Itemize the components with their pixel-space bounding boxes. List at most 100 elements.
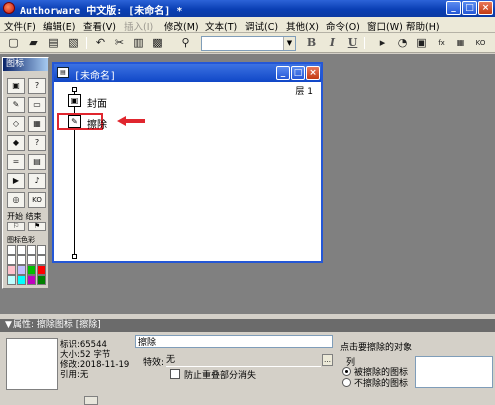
italic-icon[interactable]: I: [325, 36, 340, 50]
variables-icon[interactable]: ▦: [453, 36, 468, 50]
color-swatch[interactable]: [7, 275, 16, 285]
cover-label[interactable]: 封面: [87, 95, 107, 110]
interaction-icon[interactable]: ?: [28, 135, 46, 151]
underline-icon[interactable]: U: [345, 36, 360, 50]
erase-icon-list[interactable]: [415, 356, 493, 388]
decision-icon[interactable]: ◆: [7, 135, 25, 151]
start-flag-icon[interactable]: ⚐: [7, 222, 25, 231]
layer-label: 层 1: [295, 87, 313, 97]
menu-window[interactable]: 窗口(W): [367, 19, 403, 33]
sound-icon[interactable]: ♪: [28, 173, 46, 189]
effect-value[interactable]: 无: [166, 354, 321, 367]
palette-title: 图标: [3, 58, 48, 71]
functions-icon[interactable]: fx: [434, 36, 449, 50]
font-select[interactable]: ▼: [201, 36, 296, 51]
motion-icon[interactable]: ?: [28, 78, 46, 94]
framework-icon[interactable]: ▦: [28, 116, 46, 132]
color-swatch[interactable]: [17, 245, 26, 255]
color-swatch[interactable]: [7, 245, 16, 255]
prevent-overlap-checkbox[interactable]: [170, 369, 180, 379]
color-swatch[interactable]: [27, 245, 36, 255]
color-swatch[interactable]: [37, 245, 46, 255]
color-swatch[interactable]: [27, 265, 36, 275]
erase-icon[interactable]: ✎: [7, 97, 25, 113]
color-swatch[interactable]: [7, 255, 16, 265]
open-icon[interactable]: ▰: [26, 36, 41, 50]
cut-icon[interactable]: ✂: [112, 36, 127, 50]
flow-close-button[interactable]: ×: [306, 66, 320, 80]
menu-command[interactable]: 命令(O): [326, 19, 360, 33]
restart-icon[interactable]: ▸: [375, 36, 390, 50]
color-swatch[interactable]: [27, 255, 36, 265]
chevron-down-icon[interactable]: ▼: [283, 37, 295, 50]
calculation-icon[interactable]: =: [7, 154, 25, 170]
minimize-button[interactable]: _: [446, 1, 461, 15]
stop-flag-icon[interactable]: ⚑: [28, 222, 46, 231]
erase-label[interactable]: 擦除: [87, 116, 107, 131]
icon-name-field[interactable]: [135, 335, 333, 348]
color-swatch[interactable]: [17, 255, 26, 265]
control-panel-icon[interactable]: ▣: [414, 36, 429, 50]
find-icon[interactable]: ⚲: [178, 36, 193, 50]
effect-label: 特效:: [143, 358, 165, 368]
icon-palette: 图标 ▣ ? ✎ ▭ ◇ ▦ ◆ ? = ▤ ▶ ♪ ◎ KO 开始 结束 ⚐ …: [2, 57, 49, 289]
knowledge-objects-icon[interactable]: KO: [473, 36, 488, 50]
icon-thumbnail: [6, 338, 58, 390]
menu-view[interactable]: 查看(V): [83, 19, 116, 33]
color-swatch[interactable]: [37, 265, 46, 275]
menu-file[interactable]: 文件(F): [4, 19, 36, 33]
flowline-window: ▤ [未命名] _ □ × 层 1 ▣ 封面 ✎ 擦除: [52, 62, 323, 263]
effect-options-button[interactable]: …: [322, 354, 333, 366]
erase-flow-icon[interactable]: ✎: [68, 115, 81, 128]
preview-button[interactable]: [84, 396, 98, 405]
color-swatch[interactable]: [27, 275, 36, 285]
flags-label: 开始 结束: [7, 212, 42, 221]
radio-erased-icons[interactable]: [342, 367, 351, 376]
close-button[interactable]: ×: [478, 1, 493, 15]
bold-icon[interactable]: B: [304, 36, 319, 50]
display-icon[interactable]: ▣: [7, 78, 25, 94]
undo-icon[interactable]: ↶: [93, 36, 108, 50]
radio-kept-icons-label: 不擦除的图标: [354, 379, 409, 389]
collapse-triangle-icon[interactable]: ▼: [5, 319, 12, 332]
color-swatch[interactable]: [17, 265, 26, 275]
icon-color-label: 图标色彩: [7, 236, 35, 244]
flowline-title: [未命名]: [74, 71, 117, 82]
restart-from-flag-icon[interactable]: ◔: [395, 36, 410, 50]
menu-text[interactable]: 文本(T): [205, 19, 237, 33]
menu-help[interactable]: 帮助(H): [406, 19, 440, 33]
new-icon[interactable]: ▢: [6, 36, 21, 50]
toolbar-separator: [364, 37, 365, 49]
color-swatch[interactable]: [17, 275, 26, 285]
menu-debug[interactable]: 调试(C): [245, 19, 278, 33]
prevent-overlap-label: 防止重叠部分消失: [184, 371, 257, 381]
save-all-icon[interactable]: ▤: [46, 36, 61, 50]
radio-kept-icons[interactable]: [342, 378, 351, 387]
menu-insert[interactable]: 插入(I): [124, 19, 153, 33]
knowledge-object-icon[interactable]: KO: [28, 192, 46, 208]
color-swatch[interactable]: [37, 255, 46, 265]
paste-icon[interactable]: ▩: [150, 36, 165, 50]
menu-other[interactable]: 其他(X): [286, 19, 319, 33]
cover-display-icon[interactable]: ▣: [68, 94, 81, 107]
flow-minimize-button[interactable]: _: [276, 66, 290, 80]
wait-icon[interactable]: ▭: [28, 97, 46, 113]
copy-icon[interactable]: ▥: [131, 36, 146, 50]
menu-edit[interactable]: 编辑(E): [43, 19, 75, 33]
properties-title: 属性: 擦除图标 [擦除]: [13, 320, 101, 330]
color-swatch[interactable]: [37, 275, 46, 285]
authorware-app-icon: [3, 2, 15, 14]
import-icon[interactable]: ▧: [66, 36, 81, 50]
video-icon[interactable]: ◎: [7, 192, 25, 208]
maximize-button[interactable]: □: [462, 1, 477, 15]
click-to-erase-hint: 点击要擦除的对象: [340, 343, 413, 353]
navigate-icon[interactable]: ◇: [7, 116, 25, 132]
color-swatch[interactable]: [7, 265, 16, 275]
document-icon: ▤: [57, 67, 69, 78]
flowline-start-marker: [72, 87, 77, 92]
properties-header: ▼ 属性: 擦除图标 [擦除]: [0, 319, 495, 332]
map-icon[interactable]: ▤: [28, 154, 46, 170]
flow-maximize-button[interactable]: □: [291, 66, 305, 80]
menu-modify[interactable]: 修改(M): [164, 19, 199, 33]
movie-icon[interactable]: ▶: [7, 173, 25, 189]
